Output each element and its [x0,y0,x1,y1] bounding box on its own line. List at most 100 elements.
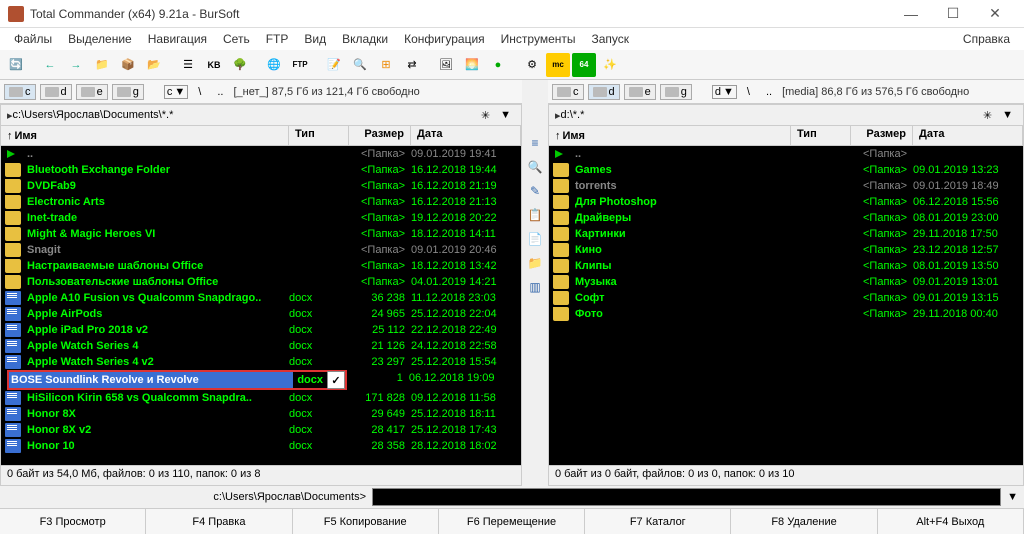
list-icon[interactable]: ☰ [176,53,200,77]
menu-Конфигурация[interactable]: Конфигурация [396,32,493,46]
favorites-icon[interactable]: ✳ [977,109,998,122]
confirm-rename-button[interactable]: ✓ [327,371,345,389]
refresh-icon[interactable]: 🔄 [4,53,28,77]
history-icon[interactable]: ▼ [998,109,1017,121]
left-filelist[interactable]: docx ✓ ..<Папка>09.01.2019 19:41Bluetoot… [0,146,522,466]
img2-icon[interactable]: 🌅 [460,53,484,77]
left-root-button[interactable]: \ [192,86,207,98]
fn-button[interactable]: F3 Просмотр [0,509,146,534]
menu-Запуск[interactable]: Запуск [584,32,638,46]
close-button[interactable]: ✕ [974,0,1016,28]
file-row[interactable]: Софт<Папка>09.01.2019 13:15 [549,290,1023,306]
fn-button[interactable]: F4 Правка [146,509,292,534]
menu-Вид[interactable]: Вид [296,32,334,46]
unpack-icon[interactable]: 📂 [142,53,166,77]
file-row[interactable]: Snagit<Папка>09.01.2019 20:46 [1,242,521,258]
multi-icon[interactable]: ⊞ [374,53,398,77]
file-row[interactable]: Кино<Папка>23.12.2018 12:57 [549,242,1023,258]
command-input[interactable] [372,488,1001,506]
list-mid-icon[interactable]: 📄 [526,230,544,248]
file-row[interactable]: ..<Папка> [549,146,1023,162]
drive-e[interactable]: e [76,84,108,100]
file-row[interactable]: Inet-trade<Папка>19.12.2018 20:22 [1,210,521,226]
drive-d[interactable]: d [588,84,620,100]
file-row[interactable]: Apple Watch Series 4 v2docx23 29725.12.2… [1,354,521,370]
file-row[interactable]: Клипы<Папка>08.01.2019 13:50 [549,258,1023,274]
search-icon[interactable]: 🔍 [348,53,372,77]
notepad-icon[interactable]: 📝 [322,53,346,77]
x64-icon[interactable]: 64 [572,53,596,77]
drive-c[interactable]: c [4,84,36,100]
file-row[interactable]: Для Photoshop<Папка>06.12.2018 15:56 [549,194,1023,210]
ie-icon[interactable]: 🌐 [262,53,286,77]
search-mid-icon[interactable]: 🔍 [526,158,544,176]
right-columns[interactable]: ↑Имя Тип Размер Дата [548,126,1024,146]
zip-mid-icon[interactable]: 📁 [526,254,544,272]
file-row[interactable]: torrents<Папка>09.01.2019 18:49 [549,178,1023,194]
file-row[interactable]: Драйверы<Папка>08.01.2019 23:00 [549,210,1023,226]
sync-icon[interactable]: ⇄ [400,53,424,77]
file-row[interactable]: Might & Magic Heroes VI<Папка>18.12.2018… [1,226,521,242]
right-up-button[interactable]: .. [760,86,778,98]
edit-mid-icon[interactable]: ✎ [526,182,544,200]
tree-mid-icon[interactable]: ▥ [526,278,544,296]
drive-g[interactable]: g [660,84,692,100]
left-columns[interactable]: ↑Имя Тип Размер Дата [0,126,522,146]
fn-button[interactable]: F7 Каталог [585,509,731,534]
badge-icon[interactable]: mc [546,53,570,77]
file-row[interactable]: Картинки<Папка>29.11.2018 17:50 [549,226,1023,242]
left-drive-select[interactable]: c ▼ [164,85,188,99]
rename-input-row[interactable]: docx ✓ [7,370,347,390]
menu-Вкладки[interactable]: Вкладки [334,32,396,46]
right-drive-select[interactable]: d ▼ [712,85,737,99]
folder-icon[interactable]: 📁 [90,53,114,77]
file-row[interactable]: Музыка<Папка>09.01.2019 13:01 [549,274,1023,290]
rename-input[interactable] [9,372,293,388]
drive-d[interactable]: d [40,84,72,100]
file-row[interactable]: Honor 8X v2docx28 41725.12.2018 17:43 [1,422,521,438]
ftp-icon[interactable]: FTP [288,53,312,77]
drive-g[interactable]: g [112,84,144,100]
drive-e[interactable]: e [624,84,656,100]
file-row[interactable]: Apple Watch Series 4docx21 12624.12.2018… [1,338,521,354]
file-row[interactable]: DVDFab9<Папка>16.12.2018 21:19 [1,178,521,194]
drive-c[interactable]: c [552,84,584,100]
menu-Инструменты[interactable]: Инструменты [493,32,584,46]
kb-icon[interactable]: KB [202,53,226,77]
right-root-button[interactable]: \ [741,86,756,98]
right-filelist[interactable]: ..<Папка>Games<Папка>09.01.2019 13:23tor… [548,146,1024,466]
forward-icon[interactable]: → [64,53,88,77]
menu-Выделение[interactable]: Выделение [60,32,140,46]
back-icon[interactable]: ← [38,53,62,77]
fn-button[interactable]: F5 Копирование [293,509,439,534]
tree-icon[interactable]: 🌳 [228,53,252,77]
pack-icon[interactable]: 📦 [116,53,140,77]
left-path[interactable]: ▸ c:\Users\Ярослав\Documents\*.* ✳ ▼ [0,104,522,126]
minimize-button[interactable]: — [890,0,932,28]
file-row[interactable]: Apple iPad Pro 2018 v2docx25 11222.12.20… [1,322,521,338]
maximize-button[interactable]: ☐ [932,0,974,28]
swap-icon[interactable]: ≡ [526,134,544,152]
fn-button[interactable]: F8 Удаление [731,509,877,534]
right-path[interactable]: ▸ d:\*.* ✳ ▼ [548,104,1024,126]
menu-Сеть[interactable]: Сеть [215,32,258,46]
fn-button[interactable]: Alt+F4 Выход [878,509,1024,534]
file-row[interactable]: HiSilicon Kirin 658 vs Qualcomm Snapdra.… [1,390,521,406]
file-row[interactable]: Apple AirPodsdocx24 96525.12.2018 22:04 [1,306,521,322]
copy-mid-icon[interactable]: 📋 [526,206,544,224]
fn-button[interactable]: F6 Перемещение [439,509,585,534]
menu-help[interactable]: Справка [955,32,1018,46]
menu-Файлы[interactable]: Файлы [6,32,60,46]
green-icon[interactable]: ● [486,53,510,77]
img-icon[interactable]: 🖼 [434,53,458,77]
file-row[interactable]: Apple A10 Fusion vs Qualcomm Snapdrago..… [1,290,521,306]
file-row[interactable]: Games<Папка>09.01.2019 13:23 [549,162,1023,178]
menu-FTP[interactable]: FTP [258,32,297,46]
file-row[interactable]: Honor 8Xdocx29 64925.12.2018 18:11 [1,406,521,422]
history-icon[interactable]: ▼ [496,109,515,121]
favorites-icon[interactable]: ✳ [475,109,496,122]
command-dropdown[interactable]: ▼ [1007,491,1018,503]
wand-icon[interactable]: ✨ [598,53,622,77]
file-row[interactable]: Honor 10docx28 35828.12.2018 18:02 [1,438,521,454]
file-row[interactable]: ..<Папка>09.01.2019 19:41 [1,146,521,162]
